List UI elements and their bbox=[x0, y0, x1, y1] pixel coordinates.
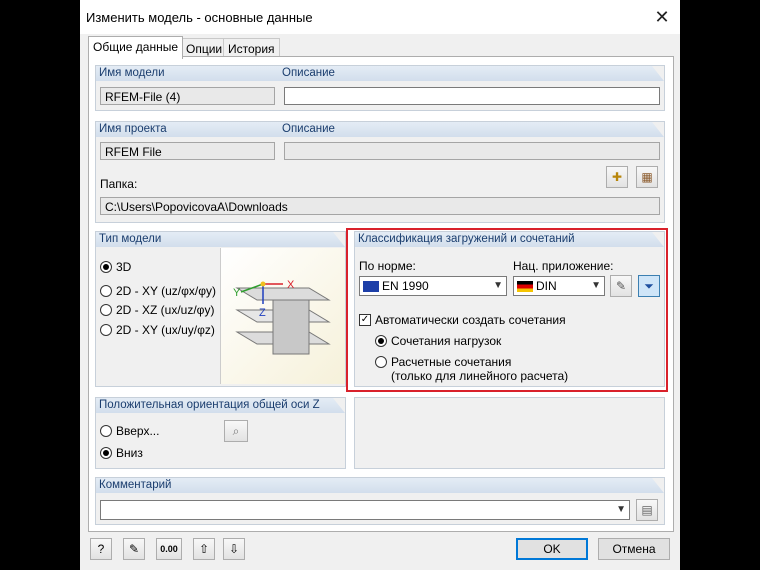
import-icon: ⇩ bbox=[228, 542, 240, 556]
window-title: Изменить модель - основные данные bbox=[86, 10, 313, 25]
orientation-down-label: Вниз bbox=[116, 446, 143, 460]
library-icon: ▤ bbox=[641, 503, 653, 517]
project-manager-icon: ▦ bbox=[641, 170, 653, 184]
orientation-preview-button[interactable]: ⌕ bbox=[224, 420, 248, 442]
search-icon: ⌕ bbox=[232, 424, 240, 438]
model-type-3d-label: 3D bbox=[116, 260, 132, 274]
axis-x-label: X bbox=[287, 279, 295, 291]
edit-icon: ✎ bbox=[128, 542, 140, 556]
model-type-2d-xy2-radio[interactable] bbox=[100, 324, 112, 336]
project-name-label: Имя проекта bbox=[99, 123, 167, 135]
orientation-up-radio[interactable] bbox=[100, 425, 112, 437]
comment-combo[interactable]: ▼ bbox=[100, 500, 630, 520]
help-button[interactable]: ? bbox=[90, 538, 112, 560]
model-type-2d-xy-radio[interactable] bbox=[100, 285, 112, 297]
model-name-label: Имя модели bbox=[99, 67, 165, 79]
orientation-down-radio[interactable] bbox=[100, 447, 112, 459]
structure-3d-icon: X Y Z bbox=[233, 279, 331, 355]
comment-library-button[interactable]: ▤ bbox=[636, 499, 658, 521]
model-type-preview: X Y Z bbox=[220, 248, 345, 384]
orientation-header: Положительная ориентация общей оси Z bbox=[96, 398, 345, 413]
orientation-group: Положительная ориентация общей оси Z Вве… bbox=[95, 397, 346, 469]
new-project-icon: ✚ bbox=[611, 170, 623, 184]
comment-header: Комментарий bbox=[96, 478, 664, 493]
units-button[interactable]: 0.00 bbox=[156, 538, 182, 560]
new-project-button[interactable]: ✚ bbox=[606, 166, 628, 188]
model-type-2d-xy-label: 2D - XY (uz/φx/φy) bbox=[116, 284, 217, 298]
empty-group bbox=[354, 397, 665, 469]
comment-group: Комментарий ▼ ▤ bbox=[95, 477, 665, 525]
units-icon: 0.00 bbox=[160, 544, 178, 554]
axis-z-label: Z bbox=[259, 307, 266, 319]
model-type-3d-radio[interactable] bbox=[100, 261, 112, 273]
edit-button[interactable]: ✎ bbox=[123, 538, 145, 560]
orientation-up-label: Вверх... bbox=[116, 424, 160, 438]
project-header: Имя проекта Описание bbox=[96, 122, 664, 137]
export-icon: ⇧ bbox=[198, 542, 210, 556]
model-type-header: Тип модели bbox=[96, 232, 345, 247]
project-description-label: Описание bbox=[282, 123, 335, 135]
folder-path-field[interactable]: C:\Users\PopovicovaA\Downloads bbox=[100, 197, 660, 215]
model-type-2d-xz-radio[interactable] bbox=[100, 304, 112, 316]
model-name-group: Имя модели Описание RFEM-File (4) bbox=[95, 65, 665, 111]
close-button[interactable]: ✕ bbox=[650, 6, 674, 28]
model-description-field[interactable] bbox=[284, 87, 660, 105]
axis-y-label: Y bbox=[233, 287, 241, 299]
project-description-field[interactable] bbox=[284, 142, 660, 160]
project-name-field[interactable]: RFEM File bbox=[100, 142, 275, 160]
project-manager-button[interactable]: ▦ bbox=[636, 166, 658, 188]
tab-general[interactable]: Общие данные bbox=[88, 36, 184, 59]
help-icon: ? bbox=[97, 542, 105, 556]
chevron-down-icon: ▼ bbox=[616, 504, 626, 515]
cancel-button[interactable]: Отмена bbox=[598, 538, 670, 560]
model-type-2d-xy2-label: 2D - XY (ux/uy/φz) bbox=[116, 323, 215, 337]
model-type-group: Тип модели 3D 2D - XY (uz/φx/φy) 2D - XZ… bbox=[95, 231, 346, 387]
highlight-frame bbox=[346, 228, 668, 392]
import-button[interactable]: ⇩ bbox=[223, 538, 245, 560]
model-name-header: Имя модели Описание bbox=[96, 66, 664, 81]
title-bar: Изменить модель - основные данные ✕ bbox=[80, 0, 680, 34]
project-group: Имя проекта Описание RFEM File ✚ ▦ Папка… bbox=[95, 121, 665, 223]
ok-button[interactable]: OK bbox=[516, 538, 588, 560]
model-description-label: Описание bbox=[282, 67, 335, 79]
export-button[interactable]: ⇧ bbox=[193, 538, 215, 560]
folder-label: Папка: bbox=[100, 177, 138, 191]
model-type-2d-xz-label: 2D - XZ (ux/uz/φy) bbox=[116, 303, 215, 317]
model-name-field[interactable]: RFEM-File (4) bbox=[100, 87, 275, 105]
